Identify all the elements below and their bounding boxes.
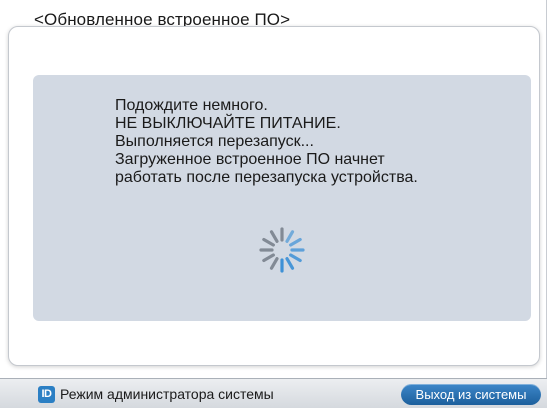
spinner-spoke (262, 237, 275, 247)
admin-mode-label: Режим администратора системы (60, 386, 274, 402)
spinner-spoke (289, 237, 302, 247)
spinner-spoke (269, 257, 279, 270)
message-line: НЕ ВЫКЛЮЧАЙТЕ ПИТАНИЕ. (115, 115, 341, 132)
spinner-spoke (269, 230, 279, 243)
message-line: Выполняется перезапуск... (115, 133, 314, 150)
spinner-spoke (285, 257, 295, 270)
spinner-spoke (285, 230, 295, 243)
status-bar: ID Режим администратора системы Выход из… (0, 378, 547, 408)
admin-id-icon: ID (38, 386, 55, 403)
message-text: Подождите немного. НЕ ВЫКЛЮЧАЙТЕ ПИТАНИЕ… (115, 97, 418, 187)
spinner-spoke (289, 253, 302, 263)
spinner-spoke (262, 253, 275, 263)
message-line: Подождите немного. (115, 97, 268, 114)
logout-button[interactable]: Выход из системы (401, 384, 541, 405)
message-panel: Подождите немного. НЕ ВЫКЛЮЧАЙТЕ ПИТАНИЕ… (33, 75, 531, 321)
message-line: Загруженное встроенное ПО начнет (115, 151, 385, 168)
message-line: работать после перезапуска устройства. (115, 169, 418, 186)
loading-spinner-icon (259, 227, 305, 273)
